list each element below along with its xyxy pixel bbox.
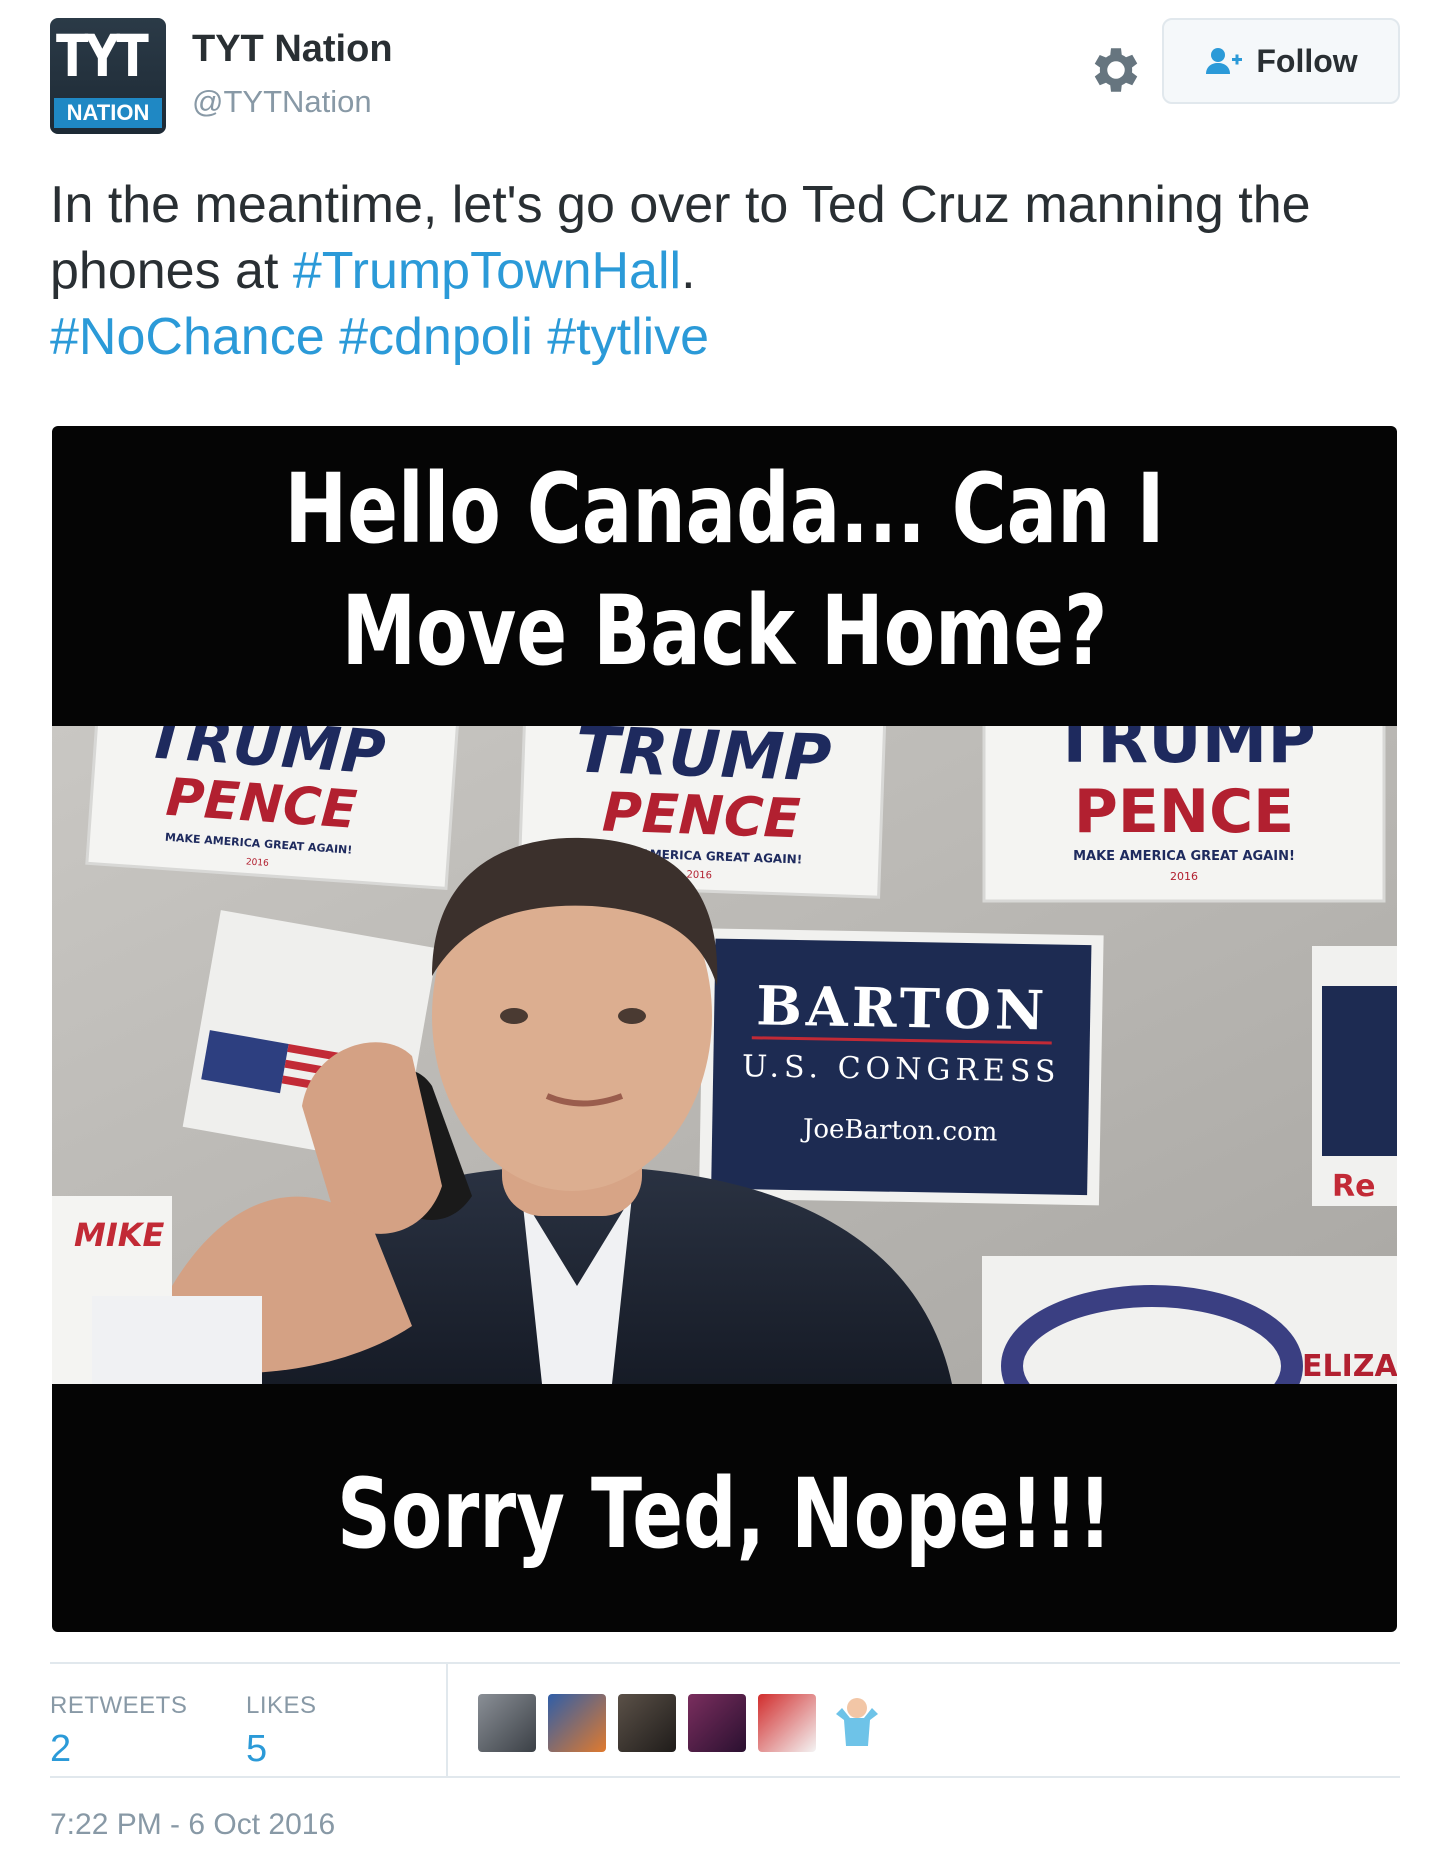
gear-icon[interactable] [1086,40,1146,100]
account-handle[interactable]: @TYTNation [192,84,372,120]
tweet-text: In the meantime, let's go over to Ted Cr… [50,172,1390,370]
meme-top-caption-line: Move Back Home? [341,575,1108,687]
liker-avatar[interactable] [618,1694,676,1752]
likes-label: LIKES [246,1692,317,1719]
stats-divider [446,1664,448,1776]
sign-year-text: 2016 [246,857,270,869]
person-icon [836,1698,878,1746]
liker-avatar[interactable] [548,1694,606,1752]
meme-top-caption-line: Hello Canada... Can I [284,453,1165,565]
hashtag-link[interactable]: #NoChance [50,308,325,366]
account-name[interactable]: TYT Nation [192,28,393,71]
sign-trump-text: TRUMP [1052,726,1315,778]
sign-year-text: 2016 [1170,870,1198,883]
liker-avatar[interactable] [688,1694,746,1752]
barton-sign: BARTON U.S. CONGRESS JoeBarton.com [698,928,1104,1206]
trump-pence-sign: TRUMP PENCE MAKE AMERICA GREAT AGAIN! 20… [982,726,1386,903]
tweet-media-image[interactable]: Hello Canada... Can I Move Back Home? TR… [52,426,1397,1632]
meme-bottom-caption: Sorry Ted, Nope!!! [336,1458,1113,1570]
liker-avatar[interactable] [828,1694,886,1752]
barton-sub-text: U.S. CONGRESS [742,1049,1061,1090]
sign-pence-text: PENCE [1074,777,1294,847]
likes-count: 5 [246,1728,268,1770]
hashtag-link[interactable]: #TrumpTownHall [293,242,681,300]
liker-avatar[interactable] [478,1694,536,1752]
hashtag-link[interactable]: #tytlive [547,308,709,366]
liker-avatar[interactable] [758,1694,816,1752]
likers-avatars [478,1694,886,1752]
tweet-text-part: . [681,242,696,300]
barton-name-text: BARTON [756,973,1049,1042]
right-sign: Re [1312,946,1397,1206]
photo-illustration: TRUMP PENCE MAKE AMERICA GREAT AGAIN! 20… [52,726,1397,1384]
follow-button[interactable]: Follow [1162,18,1400,104]
tweet-timestamp[interactable]: 7:22 PM - 6 Oct 2016 [50,1808,335,1842]
hashtag-link[interactable]: #cdnpoli [339,308,533,366]
retweets-label: RETWEETS [50,1692,188,1719]
elizabeth-sign: ELIZABE [982,1256,1397,1384]
sign-pence-text: PENCE [601,781,801,851]
likes-stat[interactable]: LIKES 5 [246,1692,317,1771]
mike-sign-text: MIKE [74,1216,165,1254]
retweets-count: 2 [50,1728,72,1770]
meme-photo: TRUMP PENCE MAKE AMERICA GREAT AGAIN! 20… [52,726,1397,1384]
retweets-stat[interactable]: RETWEETS 2 [50,1692,187,1771]
sign-slogan-text: MAKE AMERICA GREAT AGAIN! [1073,849,1295,864]
tweet-stats: RETWEETS 2 LIKES 5 [50,1662,1400,1778]
account-avatar[interactable]: TYT NATION [50,18,166,134]
trump-pence-sign: TRUMP PENCE MAKE AMERICA GREAT AGAIN! 20… [85,726,461,890]
eliz-sign-text: ELIZABE [1302,1349,1397,1384]
tweet-header: TYT NATION TYT Nation @TYTNation Follow [50,18,1400,134]
sign-year-text: 2016 [686,870,712,882]
meme-top-caption: Hello Canada... Can I Move Back Home? [200,448,1249,692]
avatar-logo-text: TYT [56,22,149,90]
follow-button-label: Follow [1256,42,1358,79]
avatar-logo-subtext: NATION [54,98,162,128]
re-sign-text: Re [1332,1169,1375,1204]
add-user-icon [1206,48,1243,74]
barton-url-text: JoeBarton.com [800,1114,998,1147]
